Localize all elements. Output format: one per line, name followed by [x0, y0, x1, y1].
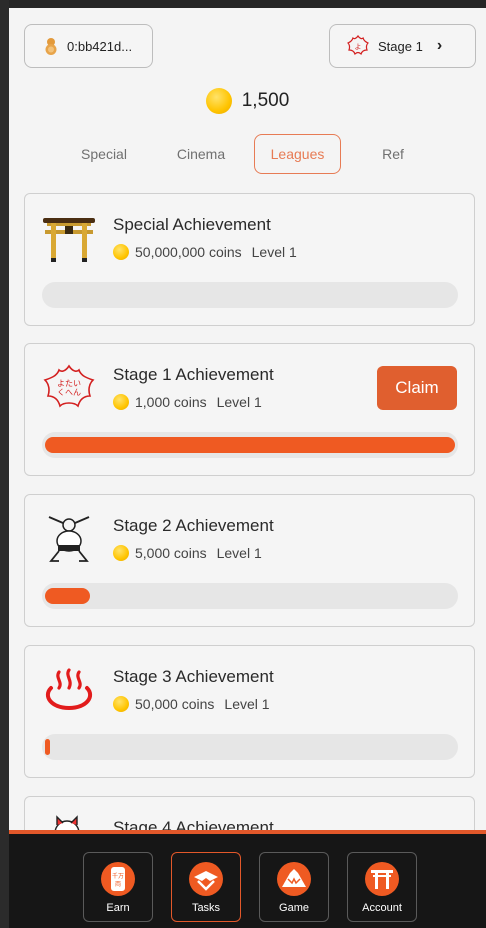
claim-button[interactable]: Claim [377, 366, 457, 410]
stage-label: Stage 1 [378, 38, 423, 54]
account-icon [365, 862, 399, 896]
nav-accent-line [9, 830, 486, 834]
achievement-level: Level 1 [251, 244, 297, 260]
reward-amount: 50,000,000 coins [135, 244, 242, 260]
achievement-progress-bar [42, 734, 458, 760]
coin-icon [113, 545, 129, 561]
svg-text:千万: 千万 [112, 872, 124, 880]
game-icon [277, 862, 311, 896]
progress-fill [45, 739, 50, 755]
tab-ref[interactable]: Ref [361, 134, 425, 174]
svg-text:両: 両 [115, 881, 121, 888]
achievement-reward: 1,000 coins Level 1 [113, 394, 262, 410]
achievement-title: Stage 2 Achievement [113, 516, 274, 535]
achievement-reward: 50,000,000 coins Level 1 [113, 244, 297, 260]
achievement-reward: 50,000 coins Level 1 [113, 696, 270, 712]
nav-account[interactable]: Account [347, 852, 417, 922]
coin-icon [113, 394, 129, 410]
achievement-title: Special Achievement [113, 215, 271, 234]
achievement-level: Level 1 [216, 394, 262, 410]
achievement-progress-bar [42, 432, 458, 458]
torii-gate-icon [43, 218, 95, 262]
achievement-card-stage-3: Stage 3 Achievement 50,000 coins Level 1 [24, 645, 475, 778]
category-tabs: Special Cinema Leagues Ref [9, 134, 486, 174]
achievement-title: Stage 3 Achievement [113, 667, 274, 686]
reward-amount: 1,000 coins [135, 394, 207, 410]
top-status-strip [9, 0, 486, 8]
svg-text:くへん: くへん [57, 388, 81, 397]
nav-earn[interactable]: 千万 両 Earn [83, 852, 153, 922]
coin-icon [113, 244, 129, 260]
coin-balance: 1,500 [9, 86, 486, 116]
wallet-icon [45, 38, 57, 55]
nav-label: Game [279, 902, 309, 914]
app-screen: 0:bb421d... よ Stage 1 › 1,500 Special Ci… [9, 0, 486, 928]
hot-spring-icon [45, 668, 93, 711]
achievement-level: Level 1 [216, 545, 262, 561]
chevron-right-icon: › [436, 37, 443, 54]
nav-label: Account [362, 902, 402, 914]
sumo-wrestler-icon [48, 516, 90, 562]
sakura-stamp-icon: よ [346, 34, 370, 56]
tab-special[interactable]: Special [65, 134, 143, 174]
nav-tasks[interactable]: Tasks [171, 852, 241, 922]
achievement-progress-bar [42, 583, 458, 609]
coin-icon [205, 88, 232, 114]
achievement-card-stage-2: Stage 2 Achievement 5,000 coins Level 1 [24, 494, 475, 627]
sakura-stamp-icon: よたい くへん [43, 364, 95, 408]
tab-leagues[interactable]: Leagues [254, 134, 341, 174]
achievement-card-special: Special Achievement 50,000,000 coins Lev… [24, 193, 475, 326]
nav-game[interactable]: Game [259, 852, 329, 922]
tab-cinema[interactable]: Cinema [162, 134, 240, 174]
stage-selector-button[interactable]: よ Stage 1 › [329, 24, 476, 68]
nav-label: Tasks [191, 902, 221, 914]
bottom-navigation: 千万 両 Earn Tasks Game Account [9, 830, 486, 928]
reward-amount: 50,000 coins [135, 696, 215, 712]
earn-icon: 千万 両 [101, 862, 135, 896]
progress-fill [45, 437, 455, 453]
nav-label: Earn [106, 902, 130, 914]
wallet-button[interactable]: 0:bb421d... [24, 24, 153, 68]
achievement-level: Level 1 [224, 696, 270, 712]
achievement-title: Stage 1 Achievement [113, 365, 274, 384]
progress-fill [45, 588, 90, 604]
coin-icon [113, 696, 129, 712]
achievement-reward: 5,000 coins Level 1 [113, 545, 262, 561]
wallet-address: 0:bb421d... [67, 38, 133, 54]
svg-text:よ: よ [355, 43, 362, 51]
svg-text:よたい: よたい [57, 379, 81, 388]
achievement-progress-bar [42, 282, 458, 308]
reward-amount: 5,000 coins [135, 545, 207, 561]
tasks-icon [189, 862, 223, 896]
balance-amount: 1,500 [241, 90, 290, 111]
achievement-card-stage-1: よたい くへん Stage 1 Achievement 1,000 coins … [24, 343, 475, 476]
